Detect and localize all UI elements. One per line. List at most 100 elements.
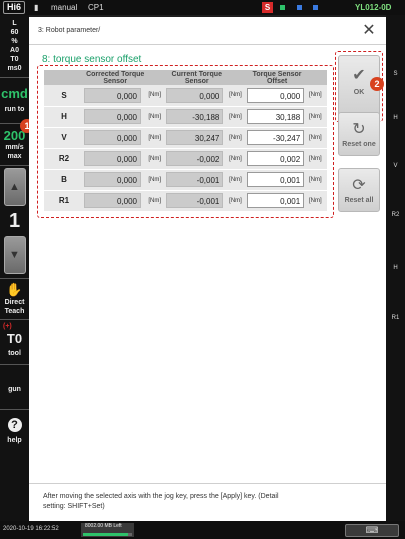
memory-bar xyxy=(83,533,132,536)
help-button[interactable]: ? help xyxy=(0,410,29,445)
save-icon: ▮ xyxy=(34,3,39,12)
current-value: -0,001 xyxy=(166,193,224,208)
offset-input[interactable]: 30,188 xyxy=(247,109,305,124)
table-row: H 0,000 [Nm] -30,188 [Nm] 30,188 [Nm] xyxy=(44,106,327,128)
corrected-value: 0,000 xyxy=(84,87,141,103)
unit-label: [Nm] xyxy=(307,190,327,212)
offset-input[interactable]: -30,247 xyxy=(247,130,305,145)
corrected-value: 0,000 xyxy=(84,130,141,145)
unit-label: [Nm] xyxy=(307,169,327,191)
robot-model-badge[interactable]: Hi6 xyxy=(3,1,25,14)
axis-name: V xyxy=(44,127,84,149)
unit-label: [Nm] xyxy=(227,190,248,212)
memory-indicator: 8002.00 MB Left xyxy=(81,523,134,537)
col-axis xyxy=(44,70,84,85)
axis-label-v[interactable]: V xyxy=(386,163,405,169)
offset-input[interactable]: 0,000 xyxy=(247,87,305,103)
jog-level-value: 1 xyxy=(8,210,21,232)
hand-icon: ✋ xyxy=(6,282,23,297)
axis-name: H xyxy=(44,106,84,128)
axis-label-s[interactable]: S xyxy=(386,71,405,77)
speed-unit: mm/s xyxy=(5,144,24,151)
offset-input[interactable]: 0,001 xyxy=(247,193,305,208)
offset-input[interactable]: 0,002 xyxy=(247,151,305,166)
keyboard-icon: ⌨ xyxy=(365,525,379,535)
breadcrumb: 3: Robot parameter/ xyxy=(38,27,101,34)
corrected-value: 0,000 xyxy=(84,193,141,208)
close-icon[interactable]: ✕ xyxy=(360,22,378,40)
axis-label-r1[interactable]: R1 xyxy=(386,315,405,321)
help-label: help xyxy=(7,437,22,444)
col-unit-2 xyxy=(227,70,248,85)
param-ms0: ms0 xyxy=(7,65,22,72)
unit-label: [Nm] xyxy=(146,169,167,191)
col-offset: Torque Sensor Offset xyxy=(247,70,307,85)
unit-label: [Nm] xyxy=(307,85,327,107)
param-t0: T0 xyxy=(10,56,19,63)
unit-label: [Nm] xyxy=(146,148,167,170)
help-message-line1: After moving the selected axis with the … xyxy=(43,493,279,500)
unit-label: [Nm] xyxy=(227,106,248,128)
reset-one-button[interactable]: ↻ Reset one xyxy=(338,112,380,156)
table-header-row: Corrected Torque Sensor Current Torque S… xyxy=(44,70,327,85)
axis-name: B xyxy=(44,169,84,191)
offset-table: Corrected Torque Sensor Current Torque S… xyxy=(44,70,327,212)
col-current: Current Torque Sensor xyxy=(166,70,228,85)
current-value: -0,002 xyxy=(166,151,224,166)
col-corrected: Corrected Torque Sensor xyxy=(84,70,147,85)
param-l-value: 60 xyxy=(10,29,19,36)
arrow-up-icon: ▲ xyxy=(9,181,20,193)
memory-bar-fill xyxy=(83,533,129,536)
bottom-status-bar: 2020-10-19 16:22:52 8002.00 MB Left ⌨ xyxy=(0,521,405,539)
unit-label: [Nm] xyxy=(146,85,167,107)
datetime: 2020-10-19 16:22:52 xyxy=(3,526,59,532)
axis-label-b[interactable]: H xyxy=(386,265,405,271)
table-row: S 0,000 [Nm] 0,000 [Nm] 0,000 [Nm] xyxy=(44,85,327,107)
unit-label: [Nm] xyxy=(227,127,248,149)
left-control-panel: L 60 % A0 T0 ms0 cmd run to 1 200 mm/s m… xyxy=(0,15,34,521)
reset-all-label: Reset all xyxy=(344,197,374,204)
unit-label: [Nm] xyxy=(146,190,167,212)
axis-label-h[interactable]: H xyxy=(386,115,405,121)
jog-down-button[interactable]: ▼ xyxy=(3,236,26,274)
corrected-value: 0,000 xyxy=(84,109,141,124)
offset-input[interactable]: 0,001 xyxy=(247,172,305,187)
memory-text: 8002.00 MB Left xyxy=(85,523,122,529)
speed-mode: max xyxy=(7,153,22,160)
refresh-icon: ↻ xyxy=(352,121,366,138)
col-unit-3 xyxy=(307,70,327,85)
current-value: 0,000 xyxy=(166,87,224,103)
motion-params[interactable]: L 60 % A0 T0 ms0 xyxy=(0,15,29,73)
reset-one-label: Reset one xyxy=(342,141,376,148)
run-indicator-icon xyxy=(280,5,285,10)
col-unit-1 xyxy=(146,70,167,85)
servo-indicator-icon xyxy=(313,5,318,10)
current-value: -0,001 xyxy=(166,172,224,187)
direct-teach-button[interactable]: ✋ Direct Teach xyxy=(0,279,29,316)
cmd-run-to-button[interactable]: cmd run to xyxy=(0,78,29,114)
offset-table-highlight: Corrected Torque Sensor Current Torque S… xyxy=(37,65,334,218)
unit-label: [Nm] xyxy=(307,148,327,170)
keyboard-button[interactable]: ⌨ xyxy=(345,524,399,537)
ok-label: OK xyxy=(353,89,365,96)
tool-value: T0 xyxy=(6,331,23,346)
table-row: V 0,000 [Nm] 30,247 [Nm] -30,247 [Nm] xyxy=(44,127,327,149)
unit-label: [Nm] xyxy=(307,127,327,149)
unit-label: [Nm] xyxy=(227,169,248,191)
section-title: 8: torque sensor offset xyxy=(42,54,142,65)
axis-name: R2 xyxy=(44,148,84,170)
run-to-label: run to xyxy=(4,106,25,113)
jog-up-button[interactable]: ▲ xyxy=(3,168,26,206)
param-percent: % xyxy=(11,38,18,45)
gun-button[interactable]: gun xyxy=(0,365,29,399)
top-status-bar: Hi6 ▮ manual CP1 S YL012-0D xyxy=(0,0,405,15)
direct-teach-line2: Teach xyxy=(4,308,25,315)
reset-all-button[interactable]: ⟳ Reset all xyxy=(338,168,380,212)
corrected-value: 0,000 xyxy=(84,172,141,187)
refresh-all-icon: ⟳ xyxy=(352,177,366,194)
current-value: 30,247 xyxy=(166,130,224,145)
axis-label-r2[interactable]: R2 xyxy=(386,212,405,218)
stop-indicator-icon xyxy=(297,5,302,10)
param-l-label: L xyxy=(12,20,17,27)
tool-button[interactable]: (+) T0 tool xyxy=(0,320,29,358)
